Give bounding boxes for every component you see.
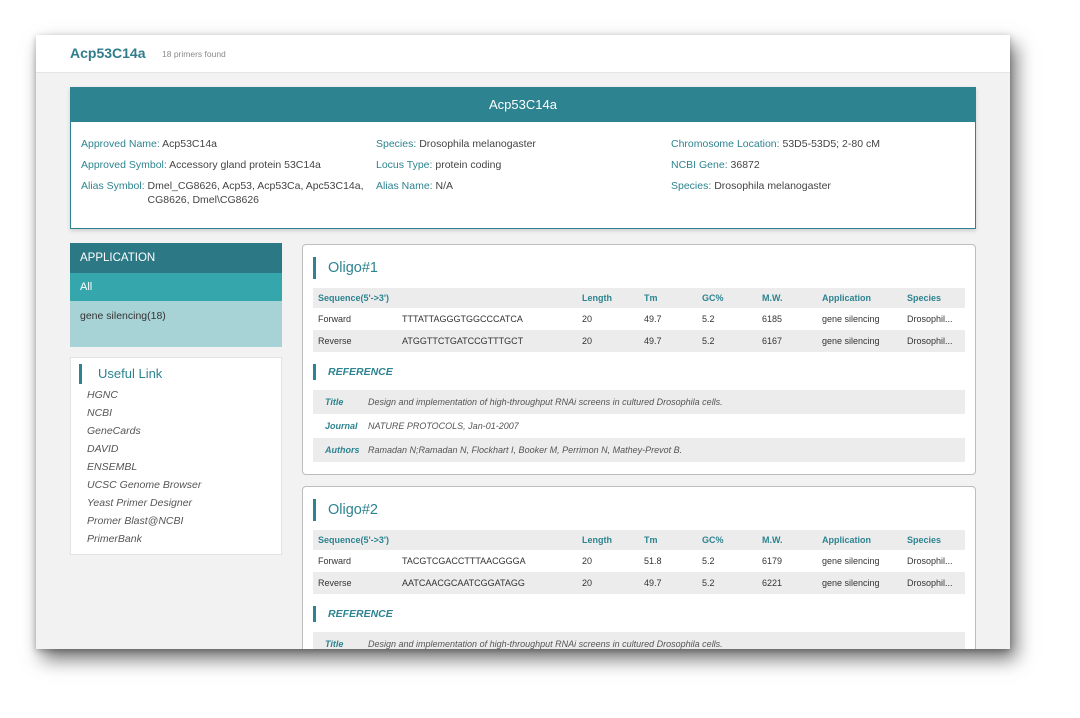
- gene-title: Acp53C14a: [70, 45, 146, 61]
- table-row: Reverse ATGGTTCTGATCCGTTTGCT 20 49.7 5.2…: [313, 330, 965, 352]
- table-row: Reverse AATCAACGCAATCGGATAGG 20 49.7 5.2…: [313, 572, 965, 594]
- primer-count: 18 primers found: [162, 49, 226, 59]
- species: Species: Drosophila melanogaster: [376, 138, 536, 150]
- reference-title: REFERENCE: [313, 364, 393, 380]
- alias-symbol: Alias Symbol: Dmel_CG8626, Acp53, Acp53C…: [81, 180, 364, 206]
- reference-row-authors: Authors Ramadan N;Ramadan N, Flockhart I…: [313, 438, 965, 462]
- link-david[interactable]: DAVID: [87, 440, 201, 458]
- gene-info-card: Acp53C14a Approved Name: Acp53C14a Appro…: [70, 87, 976, 229]
- col-tm: Tm: [639, 530, 697, 550]
- primer-table-header: Sequence(5'->3') Length Tm GC% M.W. Appl…: [313, 288, 965, 308]
- col-mw: M.W.: [757, 288, 817, 308]
- info-column-3: Chromosome Location: 53D5-53D5; 2-80 cM …: [671, 134, 880, 197]
- application-gene-silencing[interactable]: gene silencing(18): [70, 301, 282, 347]
- oligo-title: Oligo#2: [313, 499, 378, 521]
- link-yeast-primer[interactable]: Yeast Primer Designer: [87, 494, 201, 512]
- col-species: Species: [902, 288, 965, 308]
- col-gc: GC%: [697, 288, 757, 308]
- oligo-card-2: Oligo#2 Sequence(5'->3') Length Tm GC% M…: [302, 486, 976, 649]
- link-genecards[interactable]: GeneCards: [87, 422, 201, 440]
- approved-symbol: Approved Symbol: Accessory gland protein…: [81, 159, 321, 171]
- reference-row-title: Title Design and implementation of high-…: [313, 632, 965, 649]
- primer-table: Sequence(5'->3') Length Tm GC% M.W. Appl…: [313, 288, 965, 352]
- reference-row-journal: Journal NATURE PROTOCOLS, Jan-01-2007: [325, 421, 519, 431]
- link-promer-blast[interactable]: Promer Blast@NCBI: [87, 512, 201, 530]
- col-tm: Tm: [639, 288, 697, 308]
- link-ncbi[interactable]: NCBI: [87, 404, 201, 422]
- col-mw: M.W.: [757, 530, 817, 550]
- top-bar: Acp53C14a 18 primers found: [36, 35, 1010, 73]
- useful-links-title: Useful Link: [79, 364, 162, 384]
- application-filter: APPLICATION All gene silencing(18): [70, 243, 282, 347]
- reference-title: REFERENCE: [313, 606, 393, 622]
- application-all[interactable]: All: [70, 273, 282, 301]
- link-hgnc[interactable]: HGNC: [87, 386, 201, 404]
- chromosome-location: Chromosome Location: 53D5-53D5; 2-80 cM: [671, 138, 880, 150]
- link-ensembl[interactable]: ENSEMBL: [87, 458, 201, 476]
- table-row: Forward TACGTCGACCTTTAACGGGA 20 51.8 5.2…: [318, 556, 953, 566]
- col-sequence: Sequence(5'->3'): [313, 530, 577, 550]
- alias-name: Alias Name: N/A: [376, 180, 454, 192]
- primer-table-header: Sequence(5'->3') Length Tm GC% M.W. Appl…: [313, 530, 965, 550]
- page-frame: Acp53C14a 18 primers found Acp53C14a App…: [36, 35, 1010, 649]
- link-primerbank[interactable]: PrimerBank: [87, 530, 201, 548]
- useful-links: Useful Link HGNC NCBI GeneCards DAVID EN…: [70, 357, 282, 555]
- info-column-2: Species: Drosophila melanogaster Locus T…: [376, 134, 536, 197]
- link-ucsc[interactable]: UCSC Genome Browser: [87, 476, 201, 494]
- oligo-title: Oligo#1: [313, 257, 378, 279]
- oligo-card-1: Oligo#1 Sequence(5'->3') Length Tm GC% M…: [302, 244, 976, 475]
- col-species: Species: [902, 530, 965, 550]
- col-application: Application: [817, 288, 902, 308]
- info-column-1: Approved Name: Acp53C14a Approved Symbol…: [81, 134, 365, 207]
- reference-table: Title Design and implementation of high-…: [313, 632, 965, 649]
- species-2: Species: Drosophila melanogaster: [671, 180, 831, 192]
- col-sequence: Sequence(5'->3'): [313, 288, 577, 308]
- ncbi-gene: NCBI Gene: 36872: [671, 159, 760, 171]
- gene-info-title: Acp53C14a: [71, 88, 975, 122]
- col-application: Application: [817, 530, 902, 550]
- useful-links-list: HGNC NCBI GeneCards DAVID ENSEMBL UCSC G…: [87, 386, 201, 548]
- primer-table: Sequence(5'->3') Length Tm GC% M.W. Appl…: [313, 530, 965, 594]
- col-gc: GC%: [697, 530, 757, 550]
- table-row: Forward TTTATTAGGGTGGCCCATCA 20 49.7 5.2…: [318, 314, 953, 324]
- col-length: Length: [577, 288, 639, 308]
- locus-type: Locus Type: protein coding: [376, 159, 502, 171]
- application-title: APPLICATION: [70, 243, 282, 273]
- approved-name: Approved Name: Acp53C14a: [81, 138, 218, 150]
- reference-table: Title Design and implementation of high-…: [313, 390, 965, 462]
- col-length: Length: [577, 530, 639, 550]
- reference-row-title: Title Design and implementation of high-…: [313, 390, 965, 414]
